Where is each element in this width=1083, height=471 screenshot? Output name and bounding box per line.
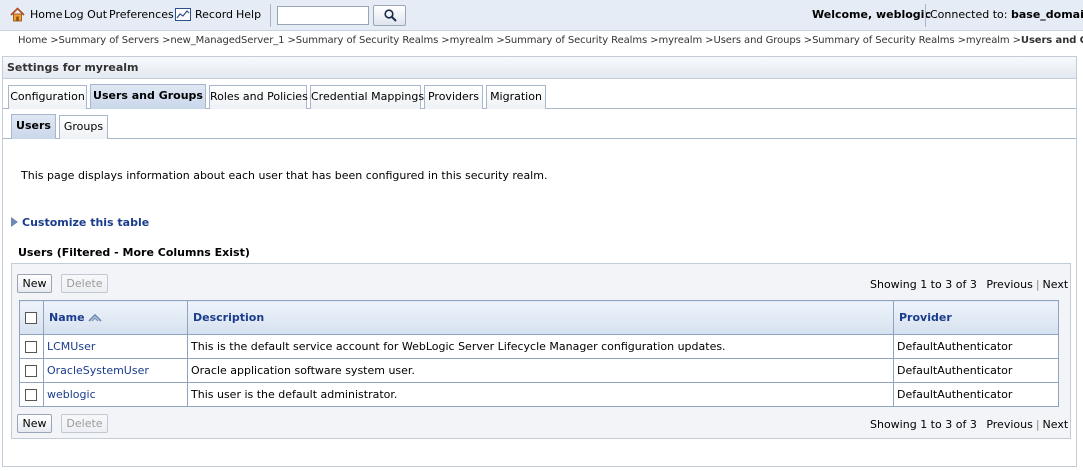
connected-label: Connected to: — [930, 8, 1008, 21]
breadcrumb-item[interactable]: Summary of Servers > — [59, 35, 171, 46]
user-description: This is the default service account for … — [187, 334, 894, 359]
settings-panel: Settings for myrealm Configuration Users… — [2, 56, 1077, 467]
toolbar-divider — [925, 4, 926, 27]
sort-ascending-icon[interactable] — [87, 313, 102, 323]
delete-button[interactable]: Delete — [61, 274, 108, 293]
tab-groups[interactable]: Groups — [59, 115, 108, 139]
column-header-description[interactable]: Description — [187, 300, 894, 335]
preferences-link[interactable]: Preferences — [109, 7, 174, 23]
breadcrumb-item[interactable]: Summary of Security Realms > — [505, 35, 659, 46]
help-link[interactable]: Help — [236, 7, 261, 23]
tab-users[interactable]: Users — [11, 114, 56, 139]
previous-link[interactable]: Previous — [986, 418, 1033, 431]
breadcrumb-item[interactable]: Users and Groups > — [713, 35, 812, 46]
pager-summary: Showing 1 to 3 of 3 — [870, 418, 977, 431]
row-select-cell — [19, 382, 44, 407]
row-checkbox[interactable] — [25, 365, 37, 377]
user-name-link[interactable]: LCMUser — [43, 334, 188, 359]
connected-domain: base_domain — [1010, 8, 1083, 21]
pager-summary: Showing 1 to 3 of 3 — [870, 278, 977, 291]
delete-button[interactable]: Delete — [61, 414, 108, 433]
pager-bottom: Showing 1 to 3 of 3 Previous | Next — [870, 418, 1068, 432]
home-icon[interactable] — [10, 7, 25, 22]
breadcrumb-current: Users and Groups — [1020, 35, 1083, 46]
panel-header: Settings for myrealm — [3, 57, 1076, 79]
tab-providers[interactable]: Providers — [424, 85, 483, 109]
main-tabs: Configuration Users and Groups Roles and… — [3, 83, 1076, 109]
tab-migration[interactable]: Migration — [486, 85, 546, 109]
breadcrumb: Home >Summary of Servers >new_ManagedSer… — [18, 34, 1083, 48]
user-name-link[interactable]: weblogic — [43, 382, 188, 407]
column-header-name[interactable]: Name — [43, 300, 188, 335]
toolbar-divider — [270, 4, 271, 27]
search-button[interactable] — [373, 5, 406, 26]
new-button[interactable]: New — [17, 274, 52, 293]
home-link[interactable]: Home — [30, 7, 62, 23]
breadcrumb-item[interactable]: Home > — [18, 35, 59, 46]
tab-credential-mappings[interactable]: Credential Mappings — [310, 85, 424, 109]
table-header-row: Name Description Provider — [19, 300, 1059, 335]
search-icon — [384, 9, 397, 22]
table-row: OracleSystemUser Oracle application soft… — [19, 358, 1059, 383]
pager-top: Showing 1 to 3 of 3 Previous | Next — [870, 278, 1068, 292]
users-table-container: New Delete Showing 1 to 3 of 3 Previous |… — [11, 263, 1071, 439]
tab-roles-and-policies[interactable]: Roles and Policies — [209, 85, 308, 109]
record-link[interactable]: Record — [195, 7, 233, 23]
breadcrumb-item[interactable]: Summary of Security Realms > — [812, 35, 966, 46]
row-select-cell — [19, 358, 44, 383]
column-header-provider[interactable]: Provider — [893, 300, 1059, 335]
next-link[interactable]: Next — [1043, 278, 1069, 291]
logout-link[interactable]: Log Out — [64, 7, 107, 23]
tab-row-line — [3, 138, 1076, 139]
column-header-name-label: Name — [49, 311, 85, 324]
search-input[interactable] — [277, 6, 369, 25]
select-all-checkbox[interactable] — [25, 312, 37, 324]
next-link[interactable]: Next — [1043, 418, 1069, 431]
new-button[interactable]: New — [17, 414, 52, 433]
tab-configuration[interactable]: Configuration — [8, 85, 87, 109]
breadcrumb-item[interactable]: myrealm > — [966, 35, 1021, 46]
welcome-text: Welcome, weblogic — [812, 8, 931, 21]
customize-table-label: Customize this table — [22, 216, 150, 229]
user-provider: DefaultAuthenticator — [893, 334, 1059, 359]
breadcrumb-item[interactable]: myrealm > — [658, 35, 713, 46]
panel-title: Settings for myrealm — [7, 61, 139, 74]
previous-link[interactable]: Previous — [986, 278, 1033, 291]
customize-table-link[interactable]: Customize this table — [11, 216, 149, 230]
user-description: This user is the default administrator. — [187, 382, 894, 407]
user-description: Oracle application software system user. — [187, 358, 894, 383]
row-checkbox[interactable] — [25, 341, 37, 353]
row-checkbox[interactable] — [25, 389, 37, 401]
breadcrumb-item[interactable]: myrealm > — [450, 35, 505, 46]
pager-separator: | — [1035, 278, 1040, 291]
connected-text: Connected to: base_domain — [930, 7, 1083, 23]
row-select-cell — [19, 334, 44, 359]
top-toolbar: Home Log Out Preferences Record Help Wel… — [0, 0, 1083, 31]
user-provider: DefaultAuthenticator — [893, 358, 1059, 383]
breadcrumb-item[interactable]: Summary of Security Realms > — [296, 35, 450, 46]
users-table: Name Description Provider LCMUser This i… — [19, 300, 1059, 407]
tab-users-and-groups[interactable]: Users and Groups — [90, 84, 206, 109]
select-all-header — [19, 300, 44, 335]
user-name-link[interactable]: OracleSystemUser — [43, 358, 188, 383]
table-row: LCMUser This is the default service acco… — [19, 334, 1059, 359]
expand-triangle-icon — [11, 217, 18, 227]
breadcrumb-item[interactable]: new_ManagedServer_1 > — [170, 35, 295, 46]
user-provider: DefaultAuthenticator — [893, 382, 1059, 407]
table-title: Users (Filtered - More Columns Exist) — [18, 246, 250, 259]
sub-tabs: Users Groups — [3, 113, 1076, 139]
pager-separator: | — [1035, 418, 1040, 431]
page-description: This page displays information about eac… — [21, 169, 548, 182]
record-icon[interactable] — [175, 8, 191, 21]
table-row: weblogic This user is the default admini… — [19, 382, 1059, 407]
